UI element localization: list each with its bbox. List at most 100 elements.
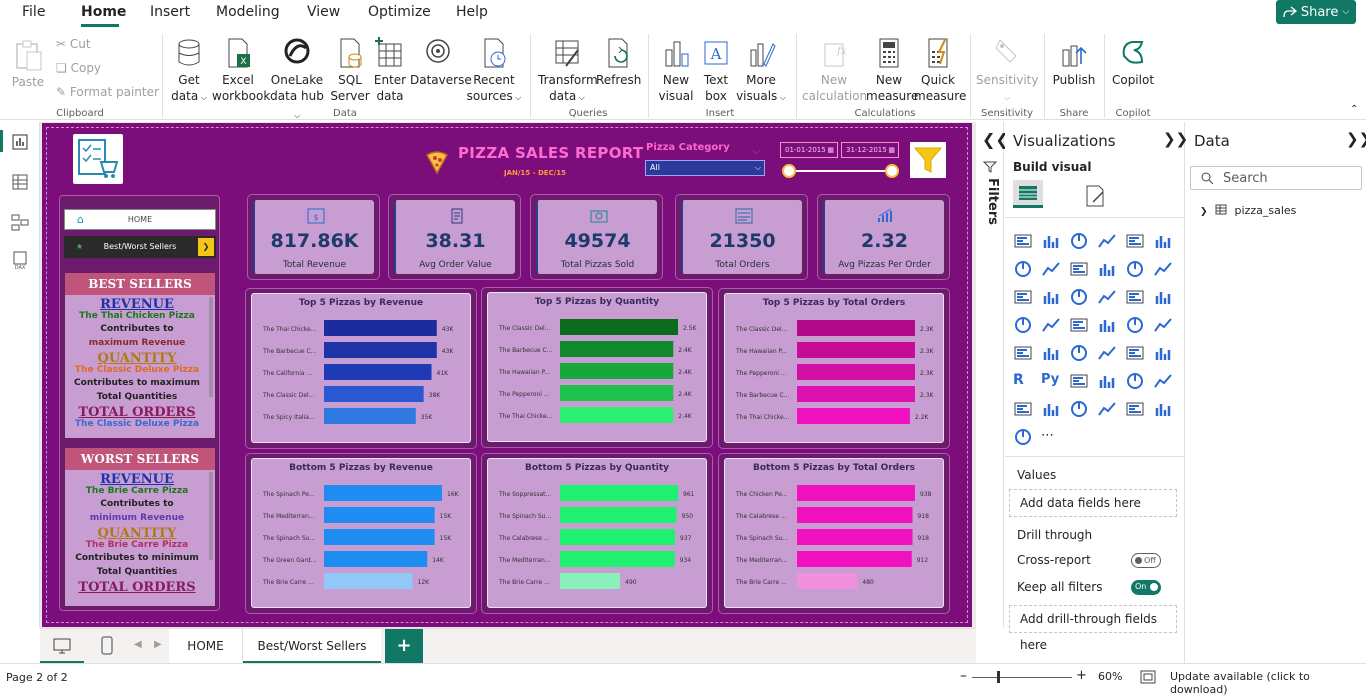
table-view-icon[interactable] <box>10 172 30 192</box>
metrics-icon[interactable] <box>1013 400 1033 418</box>
best-worst-nav-button[interactable]: ★ Best/Worst Sellers ❯ <box>64 236 216 258</box>
filters-pane-collapsed[interactable]: ❮❮ Filters <box>976 122 1009 628</box>
matrix-icon[interactable] <box>1153 344 1173 362</box>
scrollbar[interactable] <box>209 297 213 397</box>
copilot-button[interactable]: Copilot <box>1108 36 1158 88</box>
zoom-out-icon[interactable]: – <box>960 668 967 684</box>
bar[interactable] <box>797 386 915 402</box>
more-visuals-button[interactable]: More visuals ⌵ <box>736 36 786 106</box>
drill-through-field-well[interactable]: Add drill-through fields here <box>1009 605 1177 652</box>
date-from-input[interactable]: 01-01-2015 ▦ <box>780 142 838 158</box>
bar[interactable] <box>560 385 674 401</box>
bar[interactable] <box>797 408 910 424</box>
line-area-icon[interactable] <box>1097 260 1117 278</box>
bar[interactable] <box>797 342 915 358</box>
menu-home[interactable]: Home <box>81 4 126 20</box>
get-data-button[interactable]: Get data ⌵ <box>168 36 210 106</box>
clustered-column-icon[interactable] <box>1097 232 1117 250</box>
excel-workbook-button[interactable]: X Excel workbook <box>212 36 270 104</box>
date-slider-start-handle[interactable] <box>782 164 796 178</box>
quick-measure-button[interactable]: Quick measure <box>914 36 966 104</box>
bar[interactable] <box>324 507 435 523</box>
arcgis-icon[interactable] <box>1125 400 1145 418</box>
bar[interactable] <box>324 485 442 501</box>
bar[interactable] <box>324 573 413 589</box>
100-bar-icon[interactable] <box>1125 232 1145 250</box>
filled-map-icon[interactable] <box>1069 316 1089 334</box>
refresh-button[interactable]: Refresh <box>596 36 641 88</box>
more-icon[interactable]: ⋯ <box>1041 428 1061 446</box>
bar[interactable] <box>797 551 912 567</box>
area-chart-icon[interactable] <box>1041 260 1061 278</box>
transform-data-button[interactable]: Transform data ⌵ <box>538 36 598 106</box>
keep-all-filters-toggle[interactable]: On <box>1131 580 1161 595</box>
pie-icon[interactable] <box>1125 288 1145 306</box>
bar[interactable] <box>797 485 915 501</box>
waterfall-icon[interactable] <box>1013 288 1033 306</box>
decomposition-tree-icon[interactable] <box>1097 372 1117 390</box>
data-search-input[interactable]: Search <box>1190 166 1362 190</box>
scrollbar[interactable] <box>209 472 213 560</box>
cut-button[interactable]: ✂ Cut <box>56 37 91 51</box>
chevron-visual-icon[interactable] <box>1013 428 1033 446</box>
menu-help[interactable]: Help <box>456 4 488 20</box>
scatter-icon[interactable] <box>1097 288 1117 306</box>
top-quantity-chart[interactable]: Top 5 Pizzas by Quantity The Classic Del.… <box>487 292 707 442</box>
format-painter-button[interactable]: ✎ Format painter <box>56 85 159 99</box>
next-page-icon[interactable]: ▶ <box>154 639 162 650</box>
collapse-ribbon-icon[interactable]: ⌃ <box>1350 104 1358 115</box>
build-visual-tab[interactable] <box>1013 180 1043 208</box>
collapse-pane-icon[interactable]: ❯❯ <box>1163 130 1188 148</box>
key-influencers-icon[interactable] <box>1069 372 1089 390</box>
bar[interactable] <box>560 507 677 523</box>
stacked-column-icon[interactable] <box>1041 232 1061 250</box>
update-available-link[interactable]: Update available (click to download) <box>1170 670 1366 696</box>
zoom-slider-handle[interactable] <box>997 671 1000 683</box>
funnel-icon[interactable] <box>1069 288 1089 306</box>
menu-insert[interactable]: Insert <box>150 4 190 20</box>
new-measure-button[interactable]: New measure <box>866 36 918 104</box>
date-slider-end-handle[interactable] <box>885 164 899 178</box>
power-apps-icon[interactable] <box>1069 400 1089 418</box>
add-page-button[interactable]: + <box>385 629 423 664</box>
page-tab-best-worst[interactable]: Best/Worst Sellers <box>243 629 381 664</box>
date-to-input[interactable]: 31-12-2015 ▦ <box>841 142 899 158</box>
qa-icon[interactable] <box>1125 372 1145 390</box>
donut-icon[interactable] <box>1153 288 1173 306</box>
bar[interactable] <box>324 364 432 380</box>
r-visual-icon[interactable]: R <box>1013 372 1033 390</box>
bar[interactable] <box>324 342 437 358</box>
top-revenue-chart[interactable]: Top 5 Pizzas by Revenue The Thai Chicke..… <box>251 293 471 443</box>
prev-page-icon[interactable]: ◀ <box>134 639 142 650</box>
stacked-area-icon[interactable] <box>1069 260 1089 278</box>
share-button[interactable]: Share ⌵ <box>1276 0 1356 24</box>
enter-data-button[interactable]: Enter data <box>372 36 408 104</box>
bar[interactable] <box>560 551 675 567</box>
bar[interactable] <box>560 485 678 501</box>
menu-file[interactable]: File <box>22 4 45 20</box>
table-pizza-sales[interactable]: ❯ pizza_sales <box>1200 204 1296 217</box>
stacked-bar-icon[interactable] <box>1013 232 1033 250</box>
paste-button[interactable]: Paste <box>10 38 46 90</box>
narrative-icon[interactable] <box>1153 372 1173 390</box>
bottom-orders-chart[interactable]: Bottom 5 Pizzas by Total Orders The Chick… <box>724 458 944 608</box>
mobile-layout-icon[interactable] <box>100 636 114 656</box>
pizza-category-select[interactable]: All ⌵ <box>645 160 765 176</box>
diamond-icon[interactable] <box>1153 400 1173 418</box>
line-column-icon[interactable] <box>1125 260 1145 278</box>
menu-optimize[interactable]: Optimize <box>368 4 431 20</box>
python-visual-icon[interactable]: Py <box>1041 372 1061 390</box>
bar[interactable] <box>797 573 858 589</box>
100-column-icon[interactable] <box>1153 232 1173 250</box>
bar[interactable] <box>560 573 621 589</box>
bar[interactable] <box>797 364 915 380</box>
sql-server-button[interactable]: SQL Server <box>330 36 370 104</box>
gauge-icon[interactable] <box>1153 316 1173 334</box>
bar[interactable] <box>324 529 435 545</box>
shape-map-icon[interactable] <box>1097 316 1117 334</box>
paginated-icon[interactable] <box>1041 400 1061 418</box>
menu-view[interactable]: View <box>307 4 340 20</box>
bar[interactable] <box>324 551 428 567</box>
collapse-pane-icon[interactable]: ❯❯ <box>1346 130 1366 148</box>
bar[interactable] <box>324 386 424 402</box>
